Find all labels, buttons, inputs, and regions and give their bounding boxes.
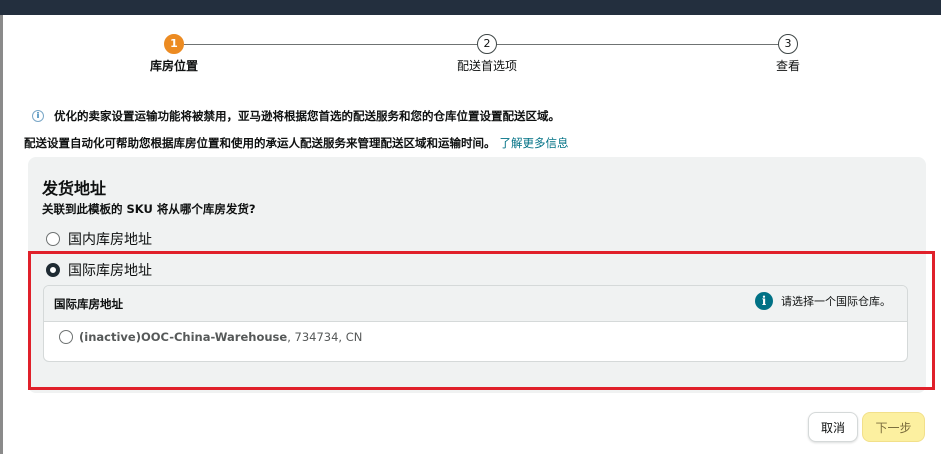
next-button[interactable]: 下一步 <box>862 412 925 442</box>
step-2-label: 配送首选项 <box>456 59 517 73</box>
step-3-indicator: 3 <box>778 34 798 54</box>
cancel-button[interactable]: 取消 <box>808 412 858 442</box>
learn-more-link[interactable]: 了解更多信息 <box>500 136 569 150</box>
notice-text: 优化的卖家设置运输功能将被禁用，亚马逊将根据您首选的配送服务和您的仓库位置设置配… <box>54 109 560 123</box>
step-1-label: 库房位置 <box>149 59 198 73</box>
info-icon: i <box>755 292 773 310</box>
hint-text: 请选择一个国际仓库。 <box>781 295 891 308</box>
description: 配送设置自动化可帮助您根据库房位置和使用的承运人配送服务来管理配送区域和运输时间… <box>24 135 569 151</box>
international-warehouse-option[interactable]: 国际库房地址 <box>46 260 152 280</box>
domestic-warehouse-option[interactable]: 国内库房地址 <box>46 229 152 249</box>
progress-stepper: 1 库房位置 2 配送首选项 3 查看 <box>0 28 941 78</box>
card-header-title: 国际库房地址 <box>54 297 123 311</box>
step-1-indicator: 1 <box>164 34 184 54</box>
select-warehouse-hint: i 请选择一个国际仓库。 <box>755 292 891 310</box>
step-connector <box>497 44 778 45</box>
window-edge <box>0 15 3 454</box>
top-nav-bar <box>0 0 941 15</box>
step-3-label: 查看 <box>775 59 800 73</box>
domestic-radio[interactable] <box>46 232 60 246</box>
international-warehouse-card: 国际库房地址 i 请选择一个国际仓库。 (inactive)OOC-China-… <box>43 285 908 362</box>
step-connector <box>184 44 477 45</box>
info-icon: i <box>32 110 44 122</box>
domestic-label: 国内库房地址 <box>68 232 152 248</box>
warehouse-radio[interactable] <box>59 330 73 344</box>
international-radio[interactable] <box>46 263 60 277</box>
ship-from-title: 发货地址 <box>42 179 107 198</box>
notice-banner: i 优化的卖家设置运输功能将被禁用，亚马逊将根据您首选的配送服务和您的仓库位置设… <box>32 108 560 124</box>
warehouse-name: (inactive)OOC-China-Warehouse <box>79 330 288 344</box>
warehouse-option[interactable]: (inactive)OOC-China-Warehouse , 734734, … <box>59 330 362 344</box>
description-text: 配送设置自动化可帮助您根据库房位置和使用的承运人配送服务来管理配送区域和运输时间… <box>24 136 496 150</box>
step-2-indicator: 2 <box>477 34 497 54</box>
international-label: 国际库房地址 <box>68 263 152 279</box>
ship-from-question: 关联到此模板的 SKU 将从哪个库房发货? <box>42 202 256 216</box>
warehouse-details: , 734734, CN <box>287 330 363 344</box>
card-header: 国际库房地址 i 请选择一个国际仓库。 <box>44 286 907 322</box>
